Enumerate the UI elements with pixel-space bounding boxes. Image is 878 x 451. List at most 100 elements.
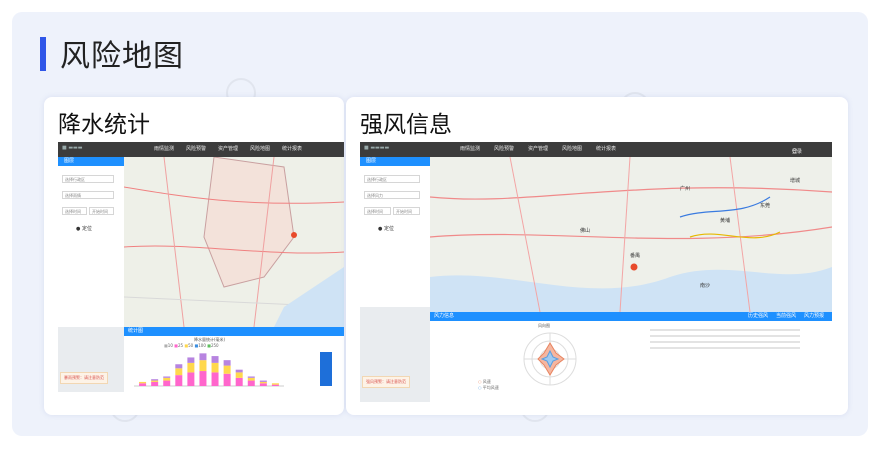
nav-item[interactable]: 风险地图 [250,145,270,152]
map-view[interactable] [124,157,344,327]
map-place-label: 黄埔 [720,218,731,224]
time-select[interactable]: 选择时间 [62,207,87,215]
map-layer [124,157,344,327]
map-layer [430,157,832,312]
wind-data-table [650,327,800,357]
bar-segment [199,371,207,386]
start-time[interactable]: 开始时间 [393,207,420,215]
bar-segment [175,364,183,369]
nav-item[interactable]: 风险地图 [562,145,582,152]
card-title: 降水统计 [58,112,150,138]
locate-button[interactable]: ● 定位 [76,225,92,232]
wind-rose-chart [523,332,577,386]
warning-note: 暴雨预警：请注意防范 [60,372,108,384]
bar-segment [175,375,183,386]
user-label: 登录 [792,149,803,155]
bar-segment [175,368,183,376]
bar-segment [271,384,279,386]
nav-item[interactable]: 统计报表 [596,145,616,152]
rain-bar-chart [134,353,284,387]
bar-segment [247,376,255,378]
bar-segment [211,372,219,386]
nav-item[interactable]: 统计报表 [282,145,302,152]
nav-item[interactable]: 雨情监测 [460,145,480,152]
sidebar-header: 图层 [58,157,124,166]
bar-segment [151,381,159,386]
bar-segment [235,372,243,378]
start-time[interactable]: 开始时间 [89,207,114,215]
warning-note: 强风预警：请注意防范 [362,376,410,388]
bar-segment [139,381,147,384]
bar-segment [259,380,267,382]
bar-segment [247,377,255,381]
bar-segment [211,362,219,373]
wind-select[interactable]: 选择风力 [364,191,420,199]
summary-bar [320,352,332,386]
bar-segment [163,380,171,386]
bar-segment [187,372,195,386]
time-select[interactable]: 选择时间 [364,207,391,215]
nav-item[interactable]: 风险预警 [494,145,514,152]
location-marker-icon[interactable] [291,232,297,238]
rose-legend: ○ 风速 ○ 平均风速 [478,379,499,390]
map-view[interactable]: 广州 东莞 佛山 南沙 番禺 增城 黄埔 [430,157,832,312]
bar-segment [211,356,219,363]
bar-segment [259,381,267,384]
logo: ■ ▬▬▬ [62,145,83,151]
locate-label: 定位 [383,226,394,232]
rain-select[interactable]: 选择雨情 [62,191,114,199]
top-nav: ■ ▬▬▬ 雨情监测 风险预警 资产管理 风险地图 统计报表 [58,142,344,157]
bar-segment [223,365,231,374]
bar-segment [199,360,207,372]
title-accent-bar [40,37,46,71]
bar-segment [235,369,243,373]
wind-card: 强风信息 ■ ▬▬▬▬ 雨情监测 风险预警 资产管理 风险地图 统计报表 ◯ 登… [346,97,848,415]
nav-item[interactable]: 资产管理 [528,145,548,152]
bar-segment [163,377,171,381]
sidebar-header: 图层 [360,157,430,166]
bar-segment [187,362,195,373]
bar-segment [223,373,231,386]
bar-segment [163,376,171,378]
chart-legend: ■10 ■25 ■50 ■100 ■250 [164,343,219,348]
wind-info-label: 风力信息 [434,313,455,319]
wind-detail: 风向图 ○ 风速 ○ 平均风速 [430,321,832,402]
bar-segment [271,383,279,385]
chart-header-label: 统计图 [128,328,144,334]
map-place-label: 增城 [790,178,801,184]
pin-icon: ● [76,226,81,232]
bar-segment [235,377,243,386]
rainfall-card: 降水统计 ■ ▬▬▬ 雨情监测 风险预警 资产管理 风险地图 统计报表 图层 选… [44,97,344,415]
map-place-label: 东莞 [760,203,771,209]
wind-info-bar: 风力信息 历史强风 当前强风 风力预报 [430,312,832,321]
history-wind-tab[interactable]: 历史强风 [748,312,768,321]
sidebar: 图层 选择行政区 选择雨情 选择时间 开始时间 ● 定位 [58,157,124,327]
bar-segment [151,379,159,381]
forecast-wind-tab[interactable]: 风力预报 [804,312,824,321]
map-place-label: 佛山 [580,228,591,234]
locate-button[interactable]: ● 定位 [378,225,394,232]
bar-segment [223,360,231,366]
chart-area: 降水量统计(毫米) ■10 ■25 ■50 ■100 ■250 [124,336,344,392]
nav-item[interactable]: 风险预警 [186,145,206,152]
page-title: 风险地图 [60,39,184,74]
locate-label: 定位 [81,226,92,232]
nav-item[interactable]: 雨情监测 [154,145,174,152]
logo: ■ ▬▬▬▬ [364,145,390,151]
top-nav: ■ ▬▬▬▬ 雨情监测 风险预警 资产管理 风险地图 统计报表 ◯ 登录 [360,142,832,157]
bar-segment [259,383,267,386]
wind-screenshot: ■ ▬▬▬▬ 雨情监测 风险预警 资产管理 风险地图 统计报表 ◯ 登录 图层 … [360,142,832,402]
map-place-label: 南沙 [700,283,711,289]
chart-header: 统计图 [124,327,344,336]
bar-segment [199,353,207,361]
rainfall-screenshot: ■ ▬▬▬ 雨情监测 风险预警 资产管理 风险地图 统计报表 图层 选择行政区 … [58,142,344,392]
district-select[interactable]: 选择行政区 [364,175,420,183]
current-wind-tab[interactable]: 当前强风 [776,312,796,321]
district-select[interactable]: 选择行政区 [62,175,114,183]
sidebar: 图层 选择行政区 选择风力 选择时间 开始时间 ● 定位 [360,157,430,307]
location-marker-icon[interactable] [630,263,638,271]
bar-segment [139,383,147,386]
map-place-label: 番禺 [630,253,641,259]
bar-segment [247,380,255,386]
nav-item[interactable]: 资产管理 [218,145,238,152]
